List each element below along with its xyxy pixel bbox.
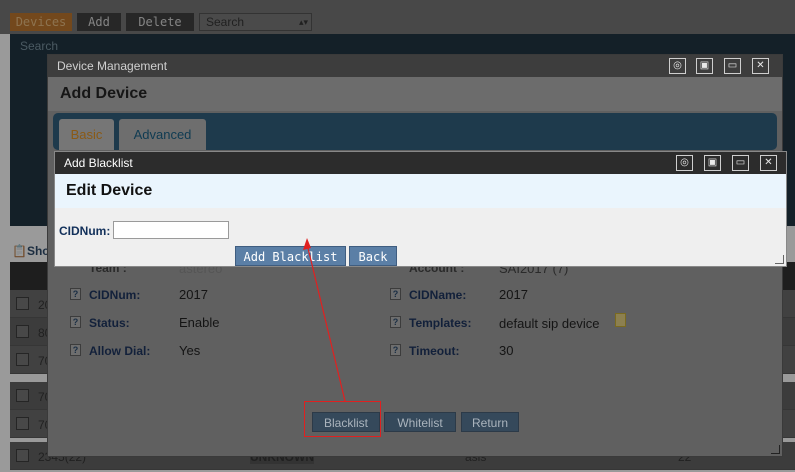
cidnum-value: 2017 (179, 287, 208, 302)
highlight-box (304, 401, 381, 437)
add-device-heading: Add Device (48, 77, 782, 111)
help-icon[interactable]: ? (70, 288, 81, 300)
return-button[interactable]: Return (461, 412, 519, 432)
restore-icon[interactable]: ◎ (676, 155, 693, 171)
help-icon[interactable]: ? (70, 316, 81, 328)
timeout-value: 30 (499, 343, 514, 358)
tab-basic[interactable]: Basic (59, 119, 114, 150)
minimize-icon[interactable]: ▭ (732, 155, 749, 171)
document-icon[interactable] (615, 313, 626, 327)
cidnum-label: CIDNum: (89, 288, 141, 302)
allow-dial-value: Yes (179, 343, 201, 358)
maximize-icon[interactable]: ▣ (704, 155, 721, 171)
restore-icon[interactable]: ◎ (669, 58, 686, 74)
help-icon[interactable]: ? (390, 288, 401, 300)
whitelist-button[interactable]: Whitelist (384, 412, 456, 432)
cidnum-input[interactable] (113, 221, 229, 239)
resize-grip-icon[interactable] (775, 255, 784, 264)
allow-dial-label: Allow Dial: (89, 344, 151, 358)
device-management-title: Device Management (57, 59, 168, 73)
help-icon[interactable]: ? (390, 344, 401, 356)
status-value: Enable (179, 315, 220, 330)
close-icon[interactable]: ✕ (752, 58, 769, 74)
help-icon[interactable]: ? (70, 344, 81, 356)
status-label: Status: (89, 316, 130, 330)
maximize-icon[interactable]: ▣ (696, 58, 713, 74)
cidnum-label: CIDNum: (59, 224, 111, 238)
resize-grip-icon[interactable] (771, 445, 780, 454)
add-blacklist-title: Add Blacklist (64, 156, 133, 170)
templates-label: Templates: (409, 316, 472, 330)
back-button[interactable]: Back (349, 246, 397, 266)
cidname-value: 2017 (499, 287, 528, 302)
close-icon[interactable]: ✕ (760, 155, 777, 171)
templates-value: default sip device (499, 316, 600, 331)
timeout-label: Timeout: (409, 344, 460, 358)
device-tabs: Basic Advanced (53, 113, 777, 150)
add-blacklist-dialog: Add Blacklist ◎ ▣ ▭ ✕ Edit Device CIDNum… (54, 151, 787, 267)
edit-device-heading: Edit Device (55, 174, 786, 208)
help-icon[interactable]: ? (390, 316, 401, 328)
cidname-label: CIDName: (409, 288, 467, 302)
minimize-icon[interactable]: ▭ (724, 58, 741, 74)
tab-advanced[interactable]: Advanced (119, 119, 206, 150)
add-blacklist-button[interactable]: Add Blacklist (235, 246, 346, 266)
